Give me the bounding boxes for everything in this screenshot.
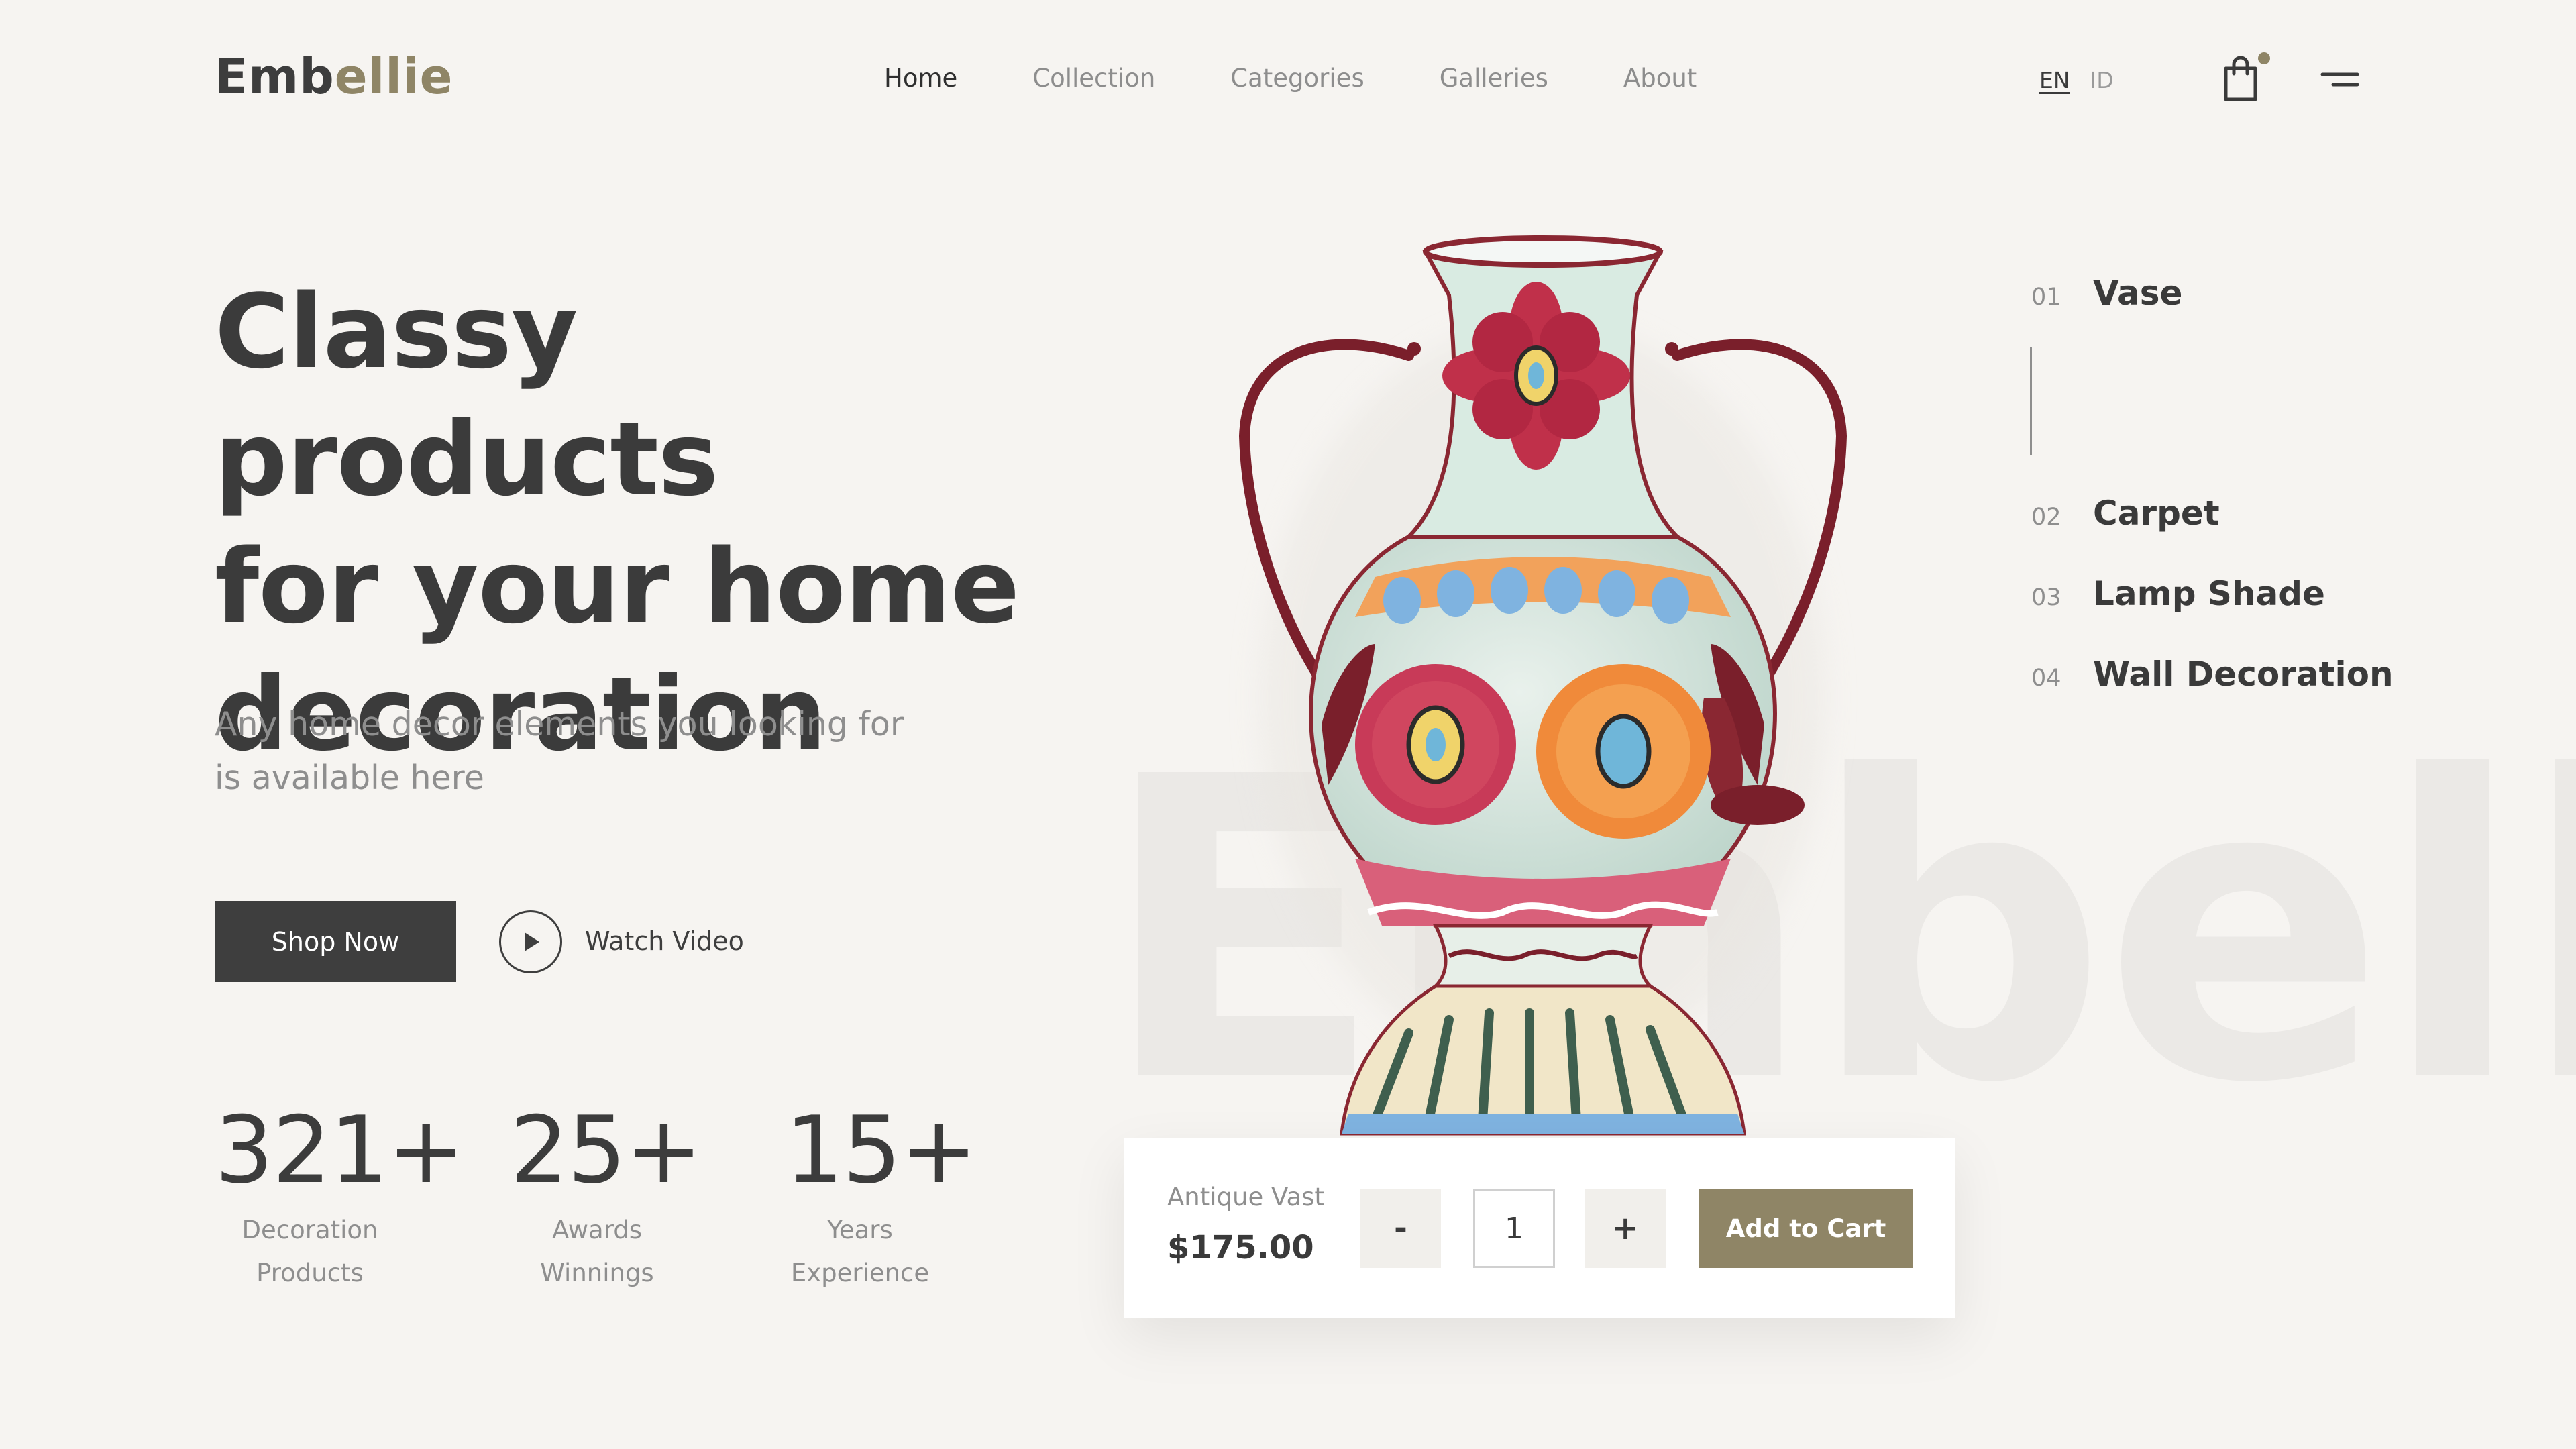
language-option-en[interactable]: EN [2039,67,2070,93]
nav-item-about[interactable]: About [1623,66,1697,91]
stat-label-line: Winnings [540,1258,654,1287]
stat-label-line: Decoration [241,1216,378,1244]
category-item-carpet[interactable]: 02 Carpet [2031,494,2220,533]
product-card: Antique Vast $175.00 - 1 + Add to Cart [1124,1138,1955,1318]
logo-text-main: Emb [215,48,335,105]
category-number: 02 [2031,504,2061,531]
add-to-cart-button[interactable]: Add to Cart [1699,1189,1913,1268]
nav-item-categories[interactable]: Categories [1230,66,1364,91]
category-number: 01 [2031,284,2061,311]
play-icon [525,932,539,951]
headline-line-2: for your home [215,527,1020,646]
category-label: Carpet [2093,494,2220,533]
nav-item-collection[interactable]: Collection [1032,66,1155,91]
shop-now-button[interactable]: Shop Now [215,901,456,982]
product-price: $175.00 [1167,1229,1314,1267]
language-switcher: EN ID [2039,67,2114,93]
stat-awards-winnings: 25+ Awards Winnings [510,1096,702,1295]
product-name: Antique Vast [1167,1183,1324,1212]
stat-label-line: Awards [551,1216,643,1244]
stat-label-line: Years [827,1216,893,1244]
stat-label: Awards Winnings [510,1209,684,1295]
brand-logo[interactable]: Embellie [215,52,453,101]
stat-label: Years Experience [785,1209,935,1295]
category-item-vase[interactable]: 01 Vase [2031,274,2182,313]
headline-line-1: Classy products [215,272,718,519]
cart-notification-dot [2258,52,2270,64]
stat-value: 15+ [785,1096,977,1204]
stat-label-line: Products [256,1258,364,1287]
stat-years-experience: 15+ Years Experience [785,1096,977,1295]
logo-text-accent: ellie [334,48,453,105]
active-category-indicator [2030,347,2032,455]
stat-value: 321+ [215,1096,465,1204]
subtitle-line-2: is available here [215,759,484,797]
nav-item-home[interactable]: Home [884,66,957,91]
stat-label: Decoration Products [215,1209,405,1295]
landing-page: Embellie Embellie Home Collection Catego… [0,0,2576,1449]
quantity-decrease-button[interactable]: - [1360,1189,1441,1268]
category-item-lamp-shade[interactable]: 03 Lamp Shade [2031,574,2325,613]
watch-video-link[interactable]: Watch Video [585,928,744,954]
category-item-wall-decoration[interactable]: 04 Wall Decoration [2031,655,2394,694]
stat-decoration-products: 321+ Decoration Products [215,1096,465,1295]
product-vase-image [1238,235,1847,1136]
category-label: Vase [2093,274,2183,313]
subtitle-line-1: Any home decor elements you looking for [215,705,904,743]
category-label: Lamp Shade [2093,574,2325,613]
quantity-input[interactable]: 1 [1473,1189,1555,1268]
shopping-bag-icon[interactable] [2220,54,2261,103]
quantity-increase-button[interactable]: + [1585,1189,1666,1268]
main-nav: Home Collection Categories Galleries Abo… [884,66,1772,91]
play-video-button[interactable] [499,910,562,973]
category-label: Wall Decoration [2093,655,2394,694]
language-option-id[interactable]: ID [2090,67,2114,93]
category-number: 04 [2031,665,2061,692]
hamburger-menu-icon[interactable] [2318,70,2359,90]
stat-value: 25+ [510,1096,702,1204]
category-number: 03 [2031,584,2061,611]
hero-subtitle: Any home decor elements you looking for … [215,698,953,805]
stat-label-line: Experience [790,1258,930,1287]
nav-item-galleries[interactable]: Galleries [1440,66,1548,91]
